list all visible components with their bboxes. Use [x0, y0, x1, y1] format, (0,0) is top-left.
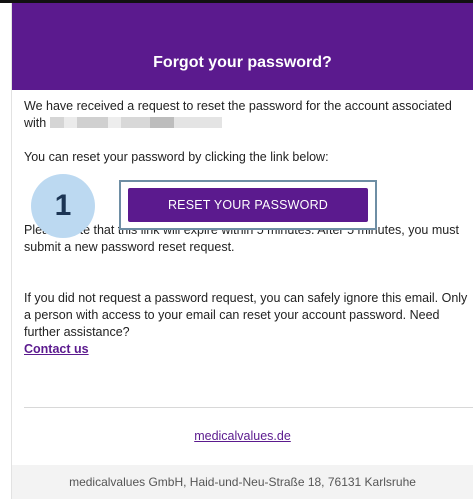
email-header: Forgot your password? — [12, 3, 473, 90]
email-title: Forgot your password? — [153, 54, 332, 71]
contact-us-link[interactable]: Contact us — [24, 342, 89, 356]
step-number-badge: 1 — [31, 174, 95, 238]
request-paragraph: We have received a request to reset the … — [24, 98, 470, 132]
instruction-text: You can reset your password by clicking … — [24, 150, 329, 164]
footer-address: medicalvalues GmbH, Haid-und-Neu-Straße … — [69, 475, 416, 489]
email-page: Forgot your password? We have received a… — [0, 0, 473, 499]
divider — [24, 407, 473, 408]
reset-password-button[interactable]: RESET YOUR PASSWORD — [128, 188, 368, 222]
email-footer: medicalvalues GmbH, Haid-und-Neu-Straße … — [12, 465, 473, 499]
ignore-text: If you did not request a password reques… — [24, 291, 468, 339]
contact-paragraph: Contact us — [24, 341, 470, 358]
redacted-email-address — [50, 117, 223, 128]
website-link[interactable]: medicalvalues.de — [12, 428, 473, 444]
